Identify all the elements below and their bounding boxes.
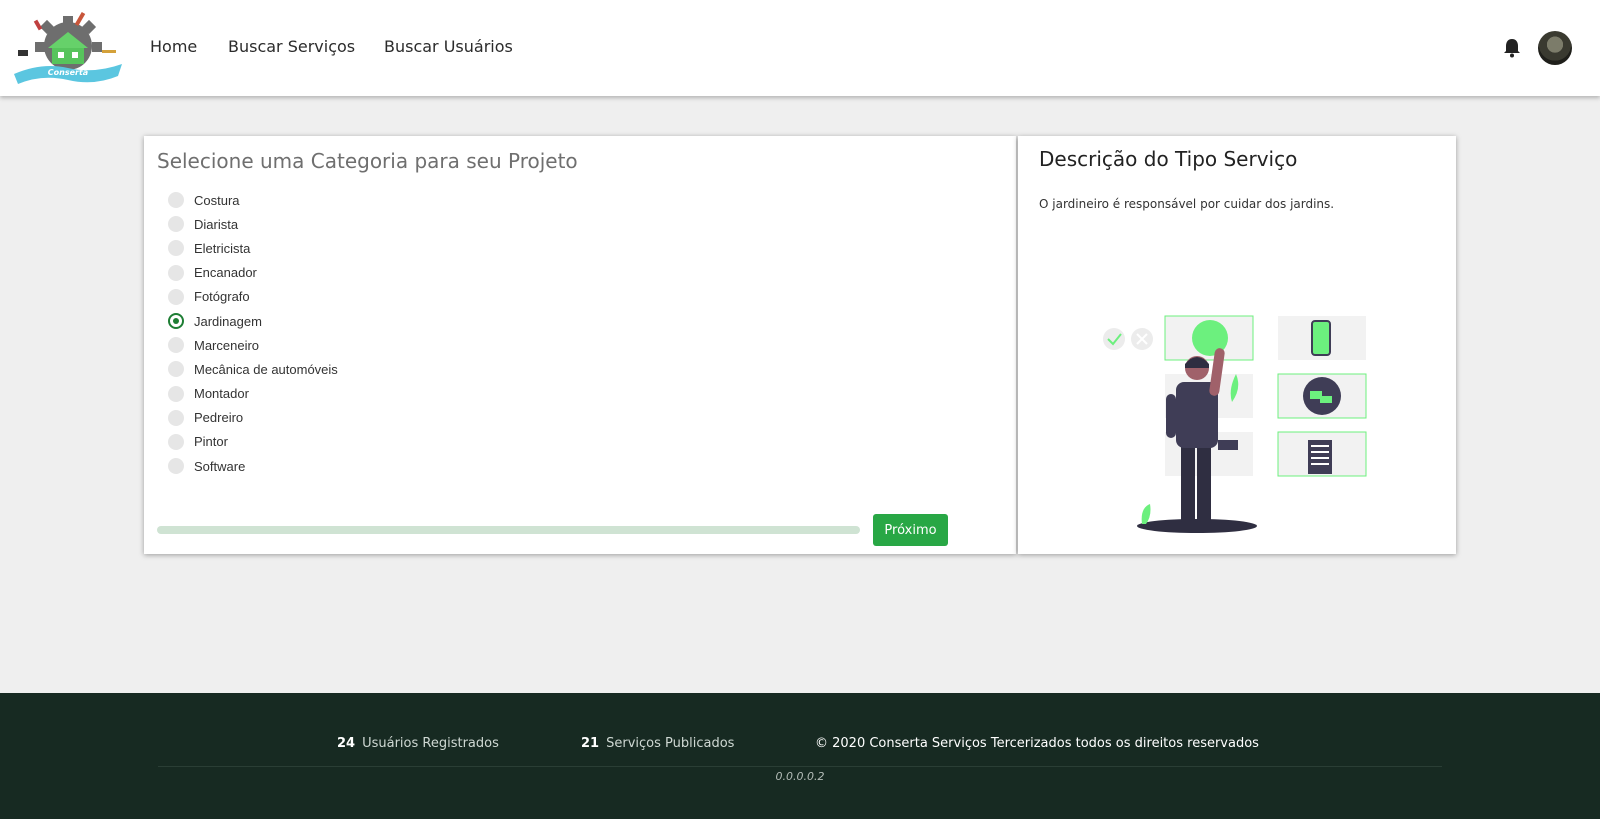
- radio-button[interactable]: [168, 337, 184, 354]
- category-option[interactable]: Montador: [168, 382, 338, 406]
- category-radio-list: Costura Diarista Eletricista Encanador Fotóg…: [168, 188, 338, 478]
- category-option-label: Diarista: [194, 216, 239, 232]
- users-count: 24: [337, 736, 356, 751]
- services-label: Serviços Publicados: [606, 736, 735, 751]
- category-option[interactable]: Encanador: [168, 261, 338, 285]
- radio-button[interactable]: [168, 361, 184, 378]
- nav-link-buscar-servicos[interactable]: Buscar Serviços: [228, 37, 355, 56]
- description-text: O jardineiro é responsável por cuidar do…: [1039, 197, 1335, 211]
- category-option[interactable]: Pedreiro: [168, 406, 338, 430]
- category-option[interactable]: Pintor: [168, 430, 338, 454]
- category-option[interactable]: Fotógrafo: [168, 285, 338, 309]
- radio-button[interactable]: [168, 216, 184, 233]
- radio-button[interactable]: [168, 385, 184, 402]
- radio-button[interactable]: [168, 192, 184, 209]
- nav-link-home[interactable]: Home: [150, 37, 197, 56]
- user-avatar[interactable]: [1538, 31, 1572, 65]
- category-option-label: Pedreiro: [194, 410, 244, 426]
- next-button[interactable]: Próximo: [873, 514, 948, 546]
- radio-button[interactable]: [168, 240, 184, 257]
- category-option-label: Marceneiro: [194, 337, 260, 353]
- category-option[interactable]: Jardinagem: [168, 309, 338, 333]
- category-title: Selecione uma Categoria para seu Projeto: [157, 149, 578, 173]
- radio-button[interactable]: [168, 458, 184, 475]
- top-navbar: Conserta Home Buscar Serviços Buscar Usu…: [0, 0, 1600, 96]
- services-count: 21: [581, 736, 600, 751]
- description-card: Descrição do Tipo Serviço O jardineiro é…: [1018, 136, 1456, 554]
- category-option-label: Mecânica de automóveis: [194, 361, 338, 377]
- category-option[interactable]: Eletricista: [168, 236, 338, 260]
- radio-button[interactable]: [168, 409, 184, 426]
- footer-divider: [158, 766, 1442, 767]
- logo-text: Conserta: [48, 68, 88, 77]
- conserta-logo[interactable]: Conserta: [12, 8, 124, 84]
- category-option-label: Jardinagem: [194, 313, 262, 329]
- radio-button[interactable]: [168, 313, 184, 330]
- category-option[interactable]: Mecânica de automóveis: [168, 357, 338, 381]
- copyright-text: © 2020 Conserta Serviços Tercerizados to…: [815, 736, 1259, 751]
- nav-link-buscar-usuarios[interactable]: Buscar Usuários: [384, 37, 513, 56]
- category-option-label: Montador: [194, 386, 249, 402]
- radio-button[interactable]: [168, 288, 184, 305]
- progress-bar: [157, 526, 860, 534]
- bell-icon[interactable]: [1503, 38, 1521, 58]
- description-title: Descrição do Tipo Serviço: [1039, 147, 1298, 171]
- person-choosing-illustration: [1103, 315, 1367, 533]
- category-option-label: Costura: [194, 192, 240, 208]
- radio-button[interactable]: [168, 264, 184, 281]
- category-option-label: Encanador: [194, 265, 257, 281]
- radio-button[interactable]: [168, 433, 184, 450]
- footer: 24 Usuários Registrados 21 Serviços Public…: [0, 693, 1600, 819]
- category-option-label: Software: [194, 458, 246, 474]
- category-option-label: Fotógrafo: [194, 289, 250, 305]
- category-option[interactable]: Software: [168, 454, 338, 478]
- category-option-label: Eletricista: [194, 240, 251, 256]
- category-option-label: Pintor: [194, 434, 228, 450]
- category-option[interactable]: Costura: [168, 188, 338, 212]
- services-stat: 21 Serviços Publicados: [581, 736, 734, 751]
- users-stat: 24 Usuários Registrados: [337, 736, 499, 751]
- category-card: Selecione uma Categoria para seu Projeto…: [144, 136, 1016, 554]
- category-option[interactable]: Marceneiro: [168, 333, 338, 357]
- users-label: Usuários Registrados: [362, 736, 499, 751]
- version-text: 0.0.0.0.2: [775, 770, 825, 783]
- category-option[interactable]: Diarista: [168, 212, 338, 236]
